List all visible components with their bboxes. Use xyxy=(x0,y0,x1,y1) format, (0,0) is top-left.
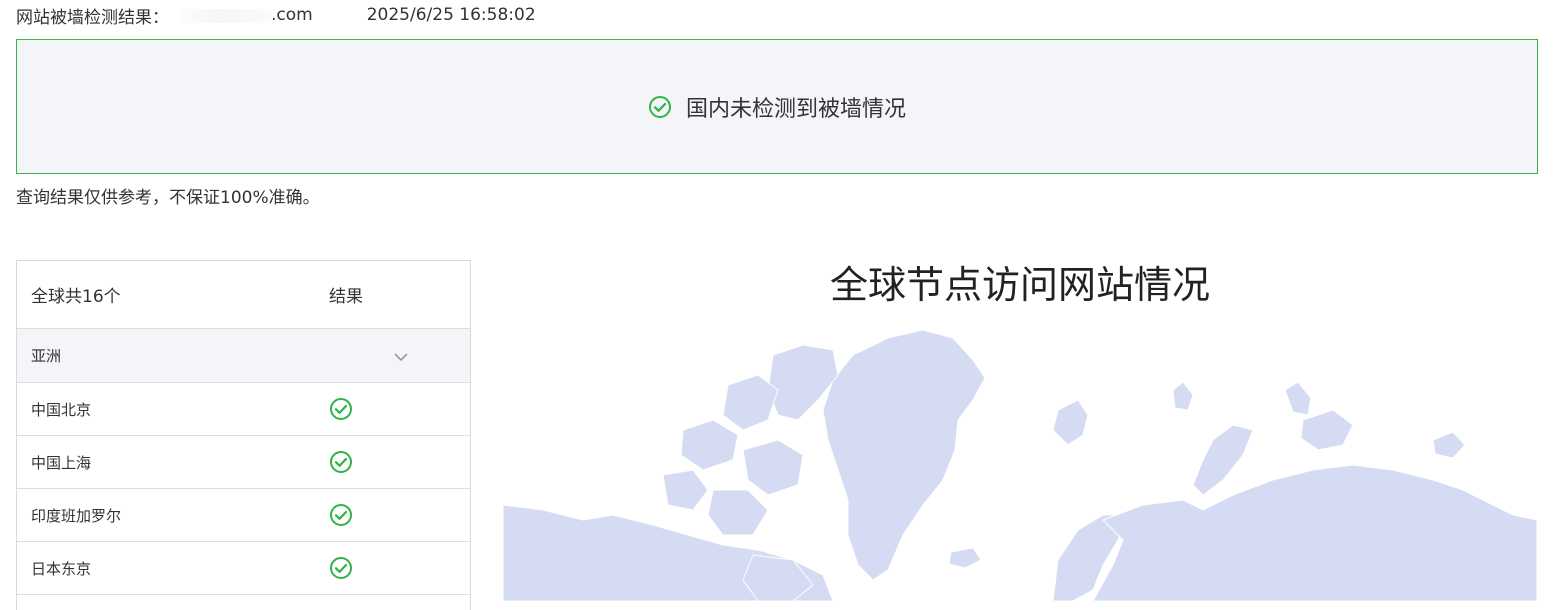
status-banner: 国内未检测到被墙情况 xyxy=(16,39,1538,174)
status-message: 国内未检测到被墙情况 xyxy=(685,96,906,122)
map-region-franz-josef xyxy=(1284,381,1312,416)
result-label: 网站被墙检测结果： xyxy=(16,7,169,28)
map-region-eurasia xyxy=(1092,464,1537,601)
node-location: 中国上海 xyxy=(31,453,92,472)
map-title: 全球节点访问网站情况 xyxy=(829,263,1210,307)
domain-suffix: .com xyxy=(271,5,313,25)
map-region-arctic-island xyxy=(680,419,739,471)
map-region-arctic-island xyxy=(1300,409,1354,451)
map-region-arctic-island xyxy=(722,374,779,431)
map-region-new-siberian-islands xyxy=(1432,431,1466,459)
redacted-domain xyxy=(181,9,273,23)
map-region-franz-josef xyxy=(1172,381,1194,411)
checked-domain: .com xyxy=(181,5,313,25)
table-header: 全球共16个 结果 xyxy=(17,261,470,329)
chevron-down-icon[interactable] xyxy=(393,349,409,367)
check-circle-icon xyxy=(648,95,672,119)
map-region-iceland xyxy=(948,547,982,569)
map-region-greenland xyxy=(822,329,986,581)
disclaimer-text: 查询结果仅供参考，不保证100%准确。 xyxy=(16,188,320,208)
map-region-novaya-zemlya xyxy=(1192,424,1254,496)
check-circle-icon xyxy=(329,450,353,474)
node-location: 印度班加罗尔 xyxy=(31,506,122,525)
node-location: 日本东京 xyxy=(31,559,92,578)
map-region-arctic-island xyxy=(662,469,709,511)
check-circle-icon xyxy=(329,397,353,421)
check-timestamp: 2025/6/25 16:58:02 xyxy=(366,5,536,25)
map-region-svalbard xyxy=(1052,399,1089,446)
header-node-count: 全球共16个 xyxy=(31,287,121,307)
map-region-arctic-island xyxy=(707,489,769,536)
map-region-arctic-island xyxy=(742,439,804,496)
world-map-svg xyxy=(503,329,1537,601)
table-row: 中国上海 xyxy=(17,436,470,489)
check-circle-icon xyxy=(329,556,353,580)
world-map xyxy=(503,320,1537,601)
header-result: 结果 xyxy=(329,287,363,307)
result-header: 网站被墙检测结果： .com 2025/6/25 16:58:02 xyxy=(16,3,536,28)
group-name: 亚洲 xyxy=(31,347,62,365)
table-row: 中国北京 xyxy=(17,383,470,436)
node-location: 中国北京 xyxy=(31,400,92,419)
check-circle-icon xyxy=(329,503,353,527)
table-row: 日本东京 xyxy=(17,542,470,595)
table-row: 印度班加罗尔 xyxy=(17,489,470,542)
group-row-asia[interactable]: 亚洲 xyxy=(17,329,470,383)
node-results-table: 全球共16个 结果 亚洲 中国北京 中国上海 印度班加罗尔 日本东京 xyxy=(16,260,471,610)
